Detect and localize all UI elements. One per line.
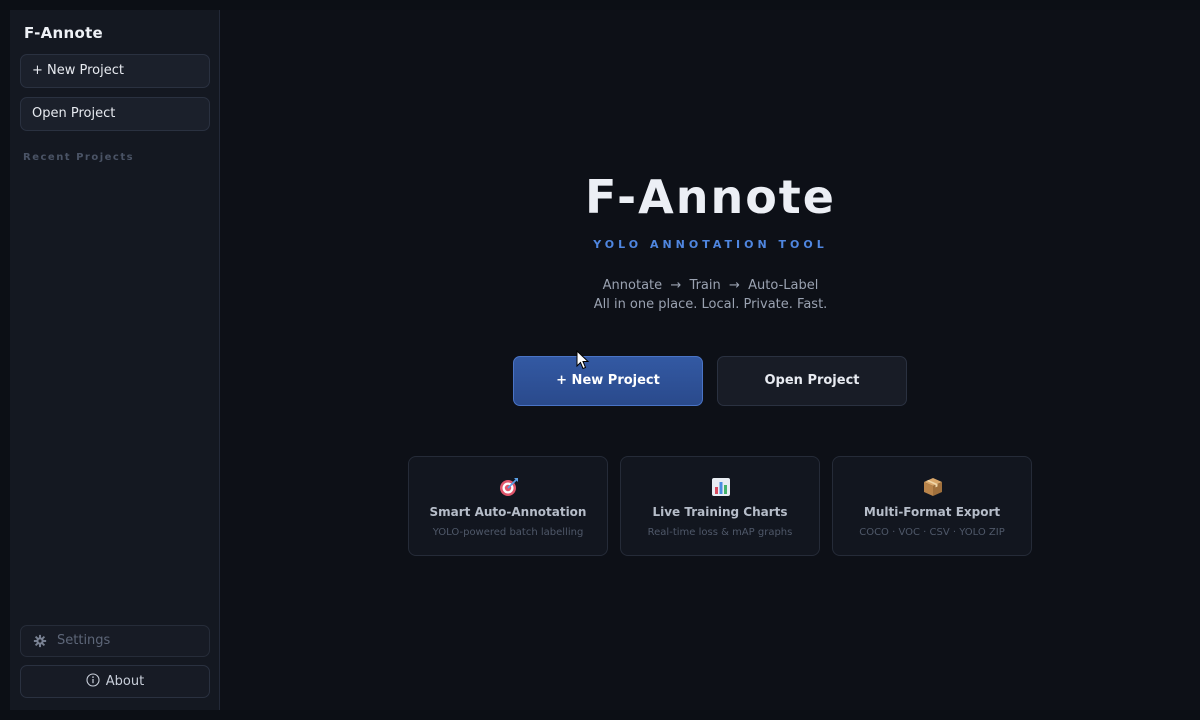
- feature-title: Live Training Charts: [652, 505, 788, 519]
- app-window: F-Annote + New Project Open Project Rece…: [10, 10, 1200, 710]
- gear-icon: [33, 634, 47, 648]
- settings-label: Settings: [57, 633, 111, 648]
- settings-button[interactable]: Settings: [20, 625, 210, 657]
- feature-card-export: Multi-Format Export COCO · VOC · CSV · Y…: [832, 456, 1032, 556]
- recent-projects-heading: Recent Projects: [23, 152, 135, 163]
- feature-description: Real-time loss & mAP graphs: [647, 527, 793, 538]
- sidebar-open-project-button[interactable]: Open Project: [20, 97, 210, 131]
- sidebar: F-Annote + New Project Open Project Rece…: [10, 10, 220, 710]
- info-icon: [86, 673, 100, 687]
- about-button[interactable]: About: [20, 665, 210, 698]
- feature-description: YOLO-powered batch labelling: [432, 527, 584, 538]
- hero-tagline-workflow: Annotate → Train → Auto-Label: [602, 278, 819, 293]
- target-icon: [500, 478, 518, 496]
- package-icon: [924, 478, 942, 496]
- sidebar-app-title: F-Annote: [24, 24, 104, 42]
- about-label: About: [105, 674, 145, 689]
- feature-card-auto-annotation: Smart Auto-Annotation YOLO-powered batch…: [408, 456, 608, 556]
- sidebar-new-project-button[interactable]: + New Project: [20, 54, 210, 88]
- mouse-cursor-icon: [576, 350, 590, 370]
- welcome-main: F-Annote YOLO ANNOTATION TOOL Annotate →…: [221, 10, 1200, 710]
- feature-title: Smart Auto-Annotation: [429, 505, 587, 519]
- bar-chart-icon: [712, 478, 730, 496]
- hero-subtitle: YOLO ANNOTATION TOOL: [593, 238, 828, 251]
- hero-title: F-Annote: [585, 170, 836, 224]
- feature-description: COCO · VOC · CSV · YOLO ZIP: [859, 527, 1005, 538]
- feature-title: Multi-Format Export: [863, 505, 1001, 519]
- feature-card-training-charts: Live Training Charts Real-time loss & mA…: [620, 456, 820, 556]
- hero-tagline: All in one place. Local. Private. Fast.: [593, 297, 828, 312]
- open-project-button[interactable]: Open Project: [717, 356, 907, 406]
- new-project-button[interactable]: + New Project: [513, 356, 703, 406]
